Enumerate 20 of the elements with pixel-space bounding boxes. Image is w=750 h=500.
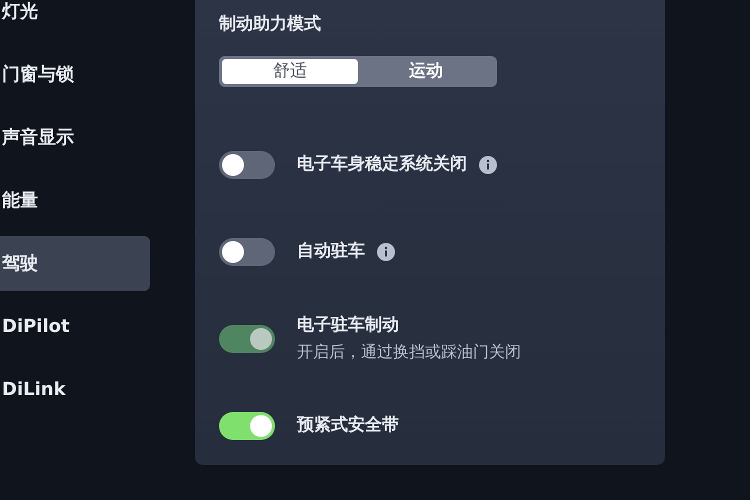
- info-icon[interactable]: [377, 242, 395, 260]
- sidebar-item[interactable]: 驾驶: [0, 236, 150, 291]
- section-title: 制动助力模式: [219, 13, 322, 36]
- sidebar-item[interactable]: 灯光: [0, 0, 150, 39]
- info-icon[interactable]: [479, 156, 497, 174]
- setting-label: 电子驻车制动: [297, 314, 399, 337]
- sidebar-item[interactable]: DiLink: [0, 362, 150, 417]
- sidebar-item[interactable]: 能量: [0, 173, 150, 228]
- sidebar-item[interactable]: 声音显示: [0, 110, 150, 165]
- toggle-switch[interactable]: [219, 238, 275, 266]
- segment-tab[interactable]: 舒适: [222, 58, 358, 84]
- sidebar-item[interactable]: DiPilot: [0, 299, 150, 354]
- setting-label: 预紧式安全带: [297, 414, 399, 437]
- toggle-switch[interactable]: [219, 150, 275, 178]
- setting-label: 自动驻车: [297, 240, 365, 263]
- toggle-switch[interactable]: [219, 412, 275, 440]
- sidebar-item[interactable]: 门窗与锁: [0, 47, 150, 102]
- setting-label: 电子车身稳定系统关闭: [297, 152, 467, 176]
- segment-tab[interactable]: 运动: [358, 58, 494, 84]
- setting-description: 开启后，通过换挡或踩油门关闭: [297, 341, 521, 364]
